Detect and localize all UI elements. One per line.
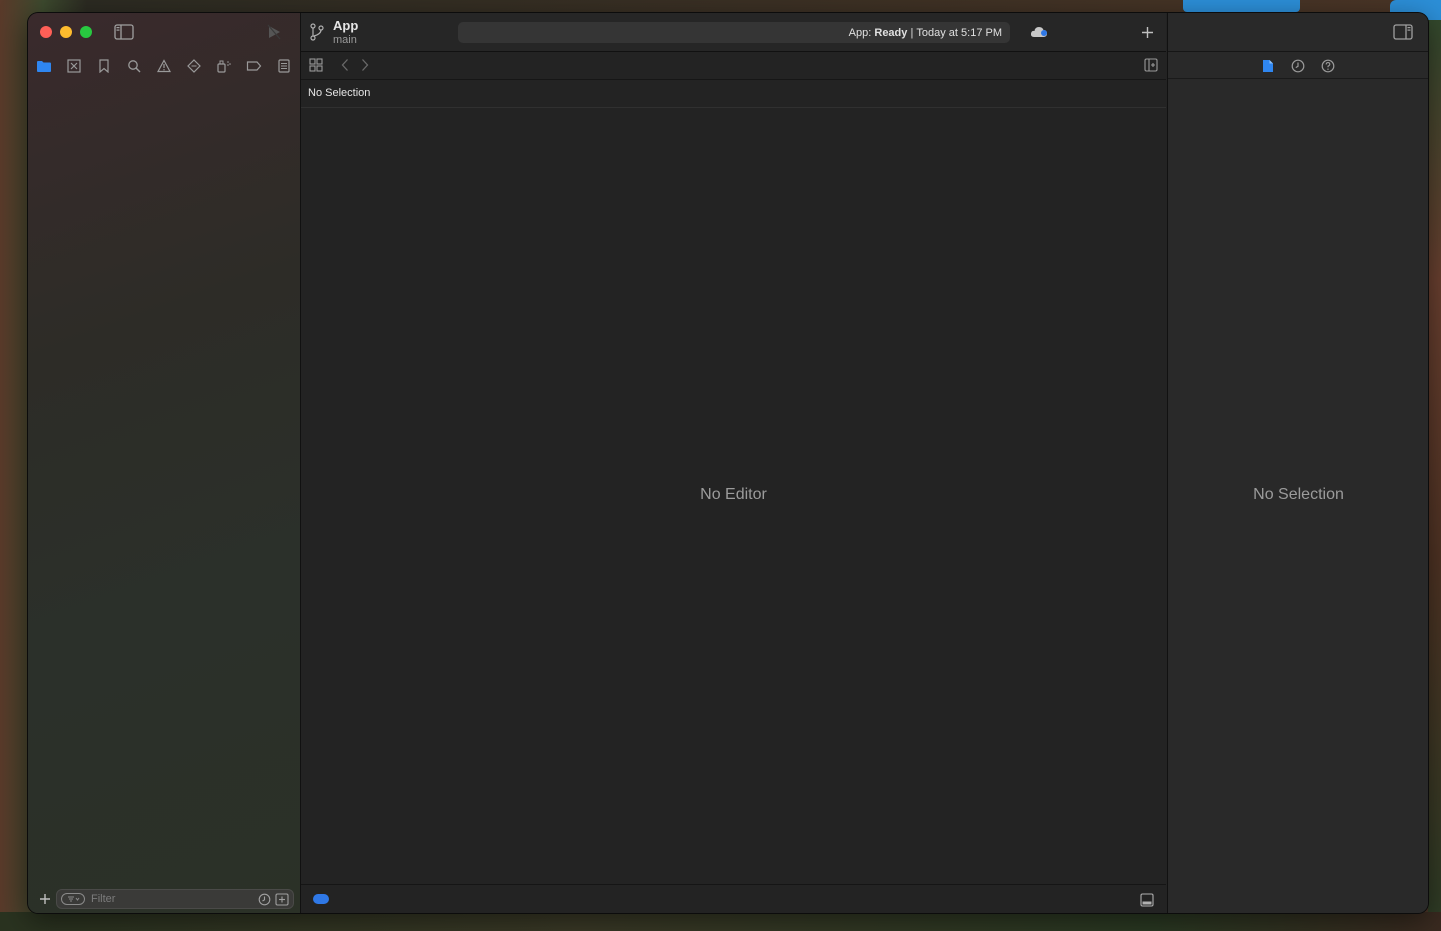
activity-project: App:: [848, 26, 872, 39]
related-items-grid-icon[interactable]: [306, 55, 326, 75]
breadcrumb[interactable]: No Selection: [308, 87, 370, 99]
report-icon[interactable]: [274, 56, 294, 76]
activity-viewer[interactable]: App: Ready | Today at 5:17 PM: [458, 22, 1010, 43]
navigator-tab-bar: [28, 54, 300, 78]
navigator-footer: [28, 885, 300, 913]
inspector-no-selection-label: No Selection: [1253, 486, 1344, 503]
breakpoint-icon[interactable]: [244, 56, 264, 76]
search-icon[interactable]: [124, 56, 144, 76]
warning-icon[interactable]: [154, 56, 174, 76]
source-control-icon[interactable]: [64, 56, 84, 76]
quick-help-icon[interactable]: [1318, 56, 1338, 76]
activity-status: Ready: [874, 26, 908, 39]
editor-jump-bar: [301, 52, 1166, 80]
inspector-toggle-icon[interactable]: [1392, 23, 1414, 41]
add-editor-icon[interactable]: [1141, 55, 1161, 75]
navigator-sidebar: [28, 13, 301, 913]
debug-area-toggle-icon[interactable]: [1137, 890, 1157, 910]
run-play-icon[interactable]: [264, 23, 284, 41]
console-indicator-icon[interactable]: [313, 894, 329, 904]
close-button[interactable]: [40, 26, 52, 38]
debug-bar: [301, 884, 1166, 913]
source-control-filter-icon[interactable]: [275, 893, 289, 911]
add-library-icon[interactable]: [1137, 22, 1157, 42]
branch-icon[interactable]: [308, 22, 326, 42]
filter-input[interactable]: [89, 892, 243, 906]
activity-time: Today at 5:17 PM: [916, 26, 1002, 39]
desktop-background-bottom: [0, 912, 1441, 931]
branch-name[interactable]: main: [333, 34, 357, 46]
add-file-button[interactable]: [36, 889, 54, 909]
editor-area: App main App: Ready | Today at 5:17 PM N…: [301, 13, 1166, 913]
scheme-name[interactable]: App: [333, 18, 358, 33]
breadcrumb-divider: [301, 107, 1166, 108]
cloud-sync-icon[interactable]: [1029, 23, 1051, 41]
sidebar-toggle-icon[interactable]: [114, 23, 134, 41]
bookmark-icon[interactable]: [94, 56, 114, 76]
window-toolbar: App main App: Ready | Today at 5:17 PM: [301, 13, 1166, 52]
activity-separator: |: [910, 26, 914, 39]
forward-chevron-icon[interactable]: [355, 55, 375, 75]
recent-files-icon[interactable]: [258, 893, 271, 911]
desktop-background: [1428, 0, 1441, 931]
zoom-button[interactable]: [80, 26, 92, 38]
xcode-window: App main App: Ready | Today at 5:17 PM: [28, 13, 1428, 913]
inspector-tab-bar: [1168, 54, 1428, 79]
minimize-button[interactable]: [60, 26, 72, 38]
debug-spray-icon[interactable]: [214, 56, 234, 76]
inspector-toolbar-divider: [1168, 51, 1428, 52]
history-clock-icon[interactable]: [1288, 56, 1308, 76]
no-editor-label: No Editor: [700, 486, 767, 503]
back-chevron-icon[interactable]: [335, 55, 355, 75]
file-inspector-icon[interactable]: [1258, 56, 1278, 76]
background-window-tab: [1183, 0, 1300, 12]
inspector-panel: No Selection: [1167, 13, 1428, 913]
test-diamond-icon[interactable]: [184, 56, 204, 76]
folder-icon[interactable]: [34, 56, 54, 76]
filter-options-icon[interactable]: [61, 893, 85, 905]
filter-field[interactable]: [56, 889, 294, 909]
